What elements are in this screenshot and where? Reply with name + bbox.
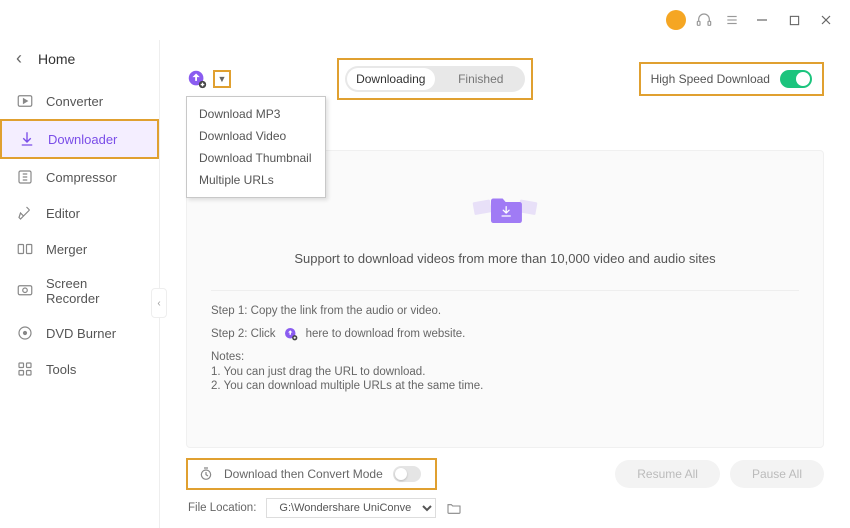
folder-illustration-icon: [470, 181, 540, 237]
convert-mode-label: Download then Convert Mode: [224, 467, 383, 481]
maximize-button[interactable]: [782, 8, 806, 32]
tab-finished[interactable]: Finished: [437, 66, 525, 92]
file-location-label: File Location:: [188, 502, 256, 514]
step-1: Step 1: Copy the link from the audio or …: [211, 305, 799, 317]
status-tabs: Downloading Finished: [345, 66, 525, 92]
high-speed-label: High Speed Download: [651, 72, 770, 86]
menu-icon[interactable]: [722, 10, 742, 30]
step-1-text: Step 1: Copy the link from the audio or …: [211, 305, 441, 317]
download-icon[interactable]: [282, 325, 300, 343]
sidebar-item-label: Tools: [46, 362, 76, 377]
sidebar-item-label: DVD Burner: [46, 326, 116, 341]
sidebar-item-downloader[interactable]: Downloader: [0, 119, 159, 159]
sidebar-item-dvd-burner[interactable]: DVD Burner: [0, 315, 159, 351]
minimize-button[interactable]: [750, 8, 774, 32]
sidebar: ‹ Home Converter Downloader Compressor E…: [0, 40, 160, 528]
screen-recorder-icon: [16, 282, 34, 300]
dropdown-item-mp3[interactable]: Download MP3: [187, 103, 325, 125]
convert-mode-toggle[interactable]: [393, 466, 421, 482]
avatar-icon[interactable]: [666, 10, 686, 30]
sidebar-item-compressor[interactable]: Compressor: [0, 159, 159, 195]
titlebar: [0, 0, 850, 40]
home-label[interactable]: Home: [38, 51, 75, 67]
tab-downloading[interactable]: Downloading: [347, 68, 435, 90]
sidebar-item-screen-recorder[interactable]: Screen Recorder: [0, 267, 159, 315]
empty-state-title: Support to download videos from more tha…: [294, 251, 715, 266]
step-2-text-a: Step 2: Click: [211, 328, 276, 340]
note-2: 2. You can download multiple URLs at the…: [211, 380, 799, 392]
headset-icon[interactable]: [694, 10, 714, 30]
sidebar-item-label: Merger: [46, 242, 87, 257]
tools-icon: [16, 360, 34, 378]
add-dropdown-button[interactable]: ▼: [213, 70, 231, 88]
pause-all-button[interactable]: Pause All: [730, 460, 824, 488]
add-dropdown-menu: Download MP3 Download Video Download Thu…: [186, 96, 326, 198]
dropdown-item-thumbnail[interactable]: Download Thumbnail: [187, 147, 325, 169]
file-location-select[interactable]: G:\Wondershare UniConverter: [266, 498, 436, 518]
close-button[interactable]: [814, 8, 838, 32]
dropdown-item-multiple-urls[interactable]: Multiple URLs: [187, 169, 325, 191]
sidebar-item-converter[interactable]: Converter: [0, 83, 159, 119]
downloader-icon: [18, 130, 36, 148]
note-1: 1. You can just drag the URL to download…: [211, 366, 799, 378]
add-download-icon[interactable]: [186, 68, 208, 90]
content: ▼ Download MP3 Download Video Download T…: [160, 40, 850, 528]
sidebar-item-editor[interactable]: Editor: [0, 195, 159, 231]
back-icon[interactable]: ‹: [16, 48, 22, 69]
sidebar-item-label: Converter: [46, 94, 103, 109]
resume-all-button[interactable]: Resume All: [615, 460, 720, 488]
notes-label: Notes:: [211, 351, 799, 363]
merger-icon: [16, 240, 34, 258]
converter-icon: [16, 92, 34, 110]
open-folder-icon[interactable]: [446, 500, 462, 516]
sidebar-item-merger[interactable]: Merger: [0, 231, 159, 267]
sidebar-item-label: Editor: [46, 206, 80, 221]
step-2: Step 2: Click here to download from webs…: [211, 325, 799, 343]
sidebar-item-tools[interactable]: Tools: [0, 351, 159, 387]
sidebar-item-label: Compressor: [46, 170, 117, 185]
editor-icon: [16, 204, 34, 222]
sidebar-item-label: Downloader: [48, 132, 117, 147]
dvd-icon: [16, 324, 34, 342]
compressor-icon: [16, 168, 34, 186]
high-speed-toggle[interactable]: [780, 70, 812, 88]
sidebar-item-label: Screen Recorder: [46, 276, 143, 306]
dropdown-item-video[interactable]: Download Video: [187, 125, 325, 147]
clock-icon: [198, 466, 214, 482]
step-2-text-b: here to download from website.: [306, 328, 466, 340]
